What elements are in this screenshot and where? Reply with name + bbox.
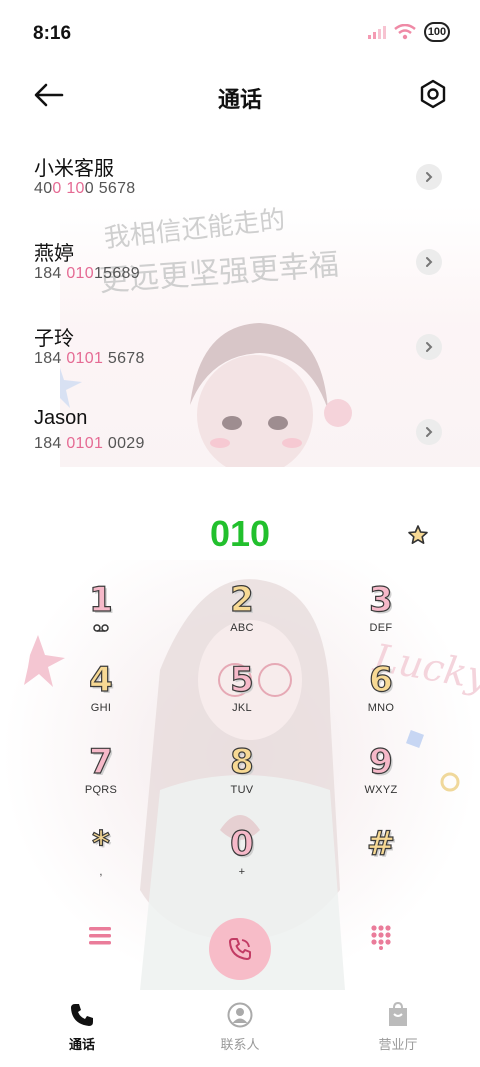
key-digit: # [366,823,396,864]
tab-label: 联系人 [220,1037,260,1052]
key-digit: 8 [230,741,255,782]
contact-number: 184 0101 0029 [34,435,145,452]
key-digit: 0 [230,823,255,864]
key-4[interactable]: 4 GHI [56,659,146,730]
key-star[interactable]: * , [56,823,146,894]
contact-suggestion-list: 小米客服 400 100 5678 燕婷 184 01015689 子玲 184… [0,140,480,480]
key-8[interactable]: 8 TUV [197,741,287,812]
page-title: 通话 [217,87,262,112]
key-6[interactable]: 6 MNO [336,659,426,730]
key-digit: 4 [89,659,114,700]
chevron-right-icon [426,342,433,352]
key-digit: 9 [369,741,394,782]
battery-icon: 100 [424,22,450,42]
key-9[interactable]: 9 WXYZ [336,741,426,812]
key-letters: DEF [369,622,393,634]
key-letters: , [99,866,103,878]
contact-detail-button[interactable] [416,419,442,445]
key-1[interactable]: 1 [56,579,146,650]
tab-calls[interactable]: 通话 [32,1002,132,1053]
key-letters: PQRS [84,784,118,796]
key-letters: ABC [230,622,254,634]
chevron-right-icon [426,257,433,267]
contact-number: 184 0101 5678 [34,350,145,367]
dialpad-grid-icon[interactable] [370,924,392,950]
key-2[interactable]: 2 ABC [197,579,287,650]
key-5[interactable]: 5 JKL [197,659,287,730]
contact-detail-button[interactable] [416,249,442,275]
contact-item[interactable]: 燕婷 184 01015689 [0,225,480,310]
key-3[interactable]: 3 DEF [336,579,426,650]
key-letters: TUV [230,784,254,796]
key-letters: MNO [367,702,395,714]
wifi-icon [394,24,416,40]
signal-icon [368,26,386,39]
key-digit: 6 [369,659,394,700]
key-0[interactable]: 0 + [197,823,287,894]
dial-keypad: 1 2 ABC 3 DEF 4 GHI 5 JKL 6 MNO 7 PQRS 8… [0,579,480,900]
contact-name: 小米客服 [34,158,114,180]
tab-contacts[interactable]: 联系人 [190,1002,290,1053]
settings-hexagon-icon[interactable] [418,78,448,110]
key-digit: 3 [369,579,394,620]
key-digit: 1 [89,579,114,620]
key-letters: + [238,866,246,878]
contact-name: 燕婷 [34,243,74,265]
status-icons: 100 [368,22,450,42]
key-7[interactable]: 7 PQRS [56,741,146,812]
key-digit: 5 [230,659,255,700]
contact-number: 400 100 5678 [34,180,136,197]
star-icon[interactable] [407,524,429,546]
tab-label: 通话 [68,1037,95,1052]
contact-name: 子玲 [34,328,74,350]
key-letters: JKL [232,702,252,714]
chevron-right-icon [426,172,433,182]
tab-label: 营业厅 [378,1037,418,1052]
key-digit: 2 [230,579,255,620]
chevron-right-icon [426,427,433,437]
key-digit: * [92,823,111,864]
status-bar: 8:16 100 [0,0,480,66]
status-time: 8:16 [33,23,72,44]
voicemail-icon [93,624,109,632]
call-button[interactable] [209,918,271,980]
person-icon [227,1002,253,1028]
header: 通话 [0,70,480,120]
contact-number: 184 01015689 [34,265,140,282]
phone-call-icon [229,938,251,960]
key-letters: WXYZ [364,784,398,796]
contact-item[interactable]: 子玲 184 0101 5678 [0,310,480,395]
key-digit: 7 [89,741,114,782]
contact-detail-button[interactable] [416,164,442,190]
key-letters: GHI [90,702,112,714]
bottom-tab-bar: 通话 联系人 营业厅 [0,990,480,1067]
contact-detail-button[interactable] [416,334,442,360]
contact-item[interactable]: Jason 184 0101 0029 [0,395,480,480]
contact-name: Jason [34,407,88,429]
menu-icon[interactable] [88,925,112,947]
contact-item[interactable]: 小米客服 400 100 5678 [0,140,480,225]
tab-service-hall[interactable]: 营业厅 [348,1002,448,1053]
phone-icon [71,1004,93,1026]
bag-icon [389,1002,407,1026]
key-hash[interactable]: # [336,823,426,894]
